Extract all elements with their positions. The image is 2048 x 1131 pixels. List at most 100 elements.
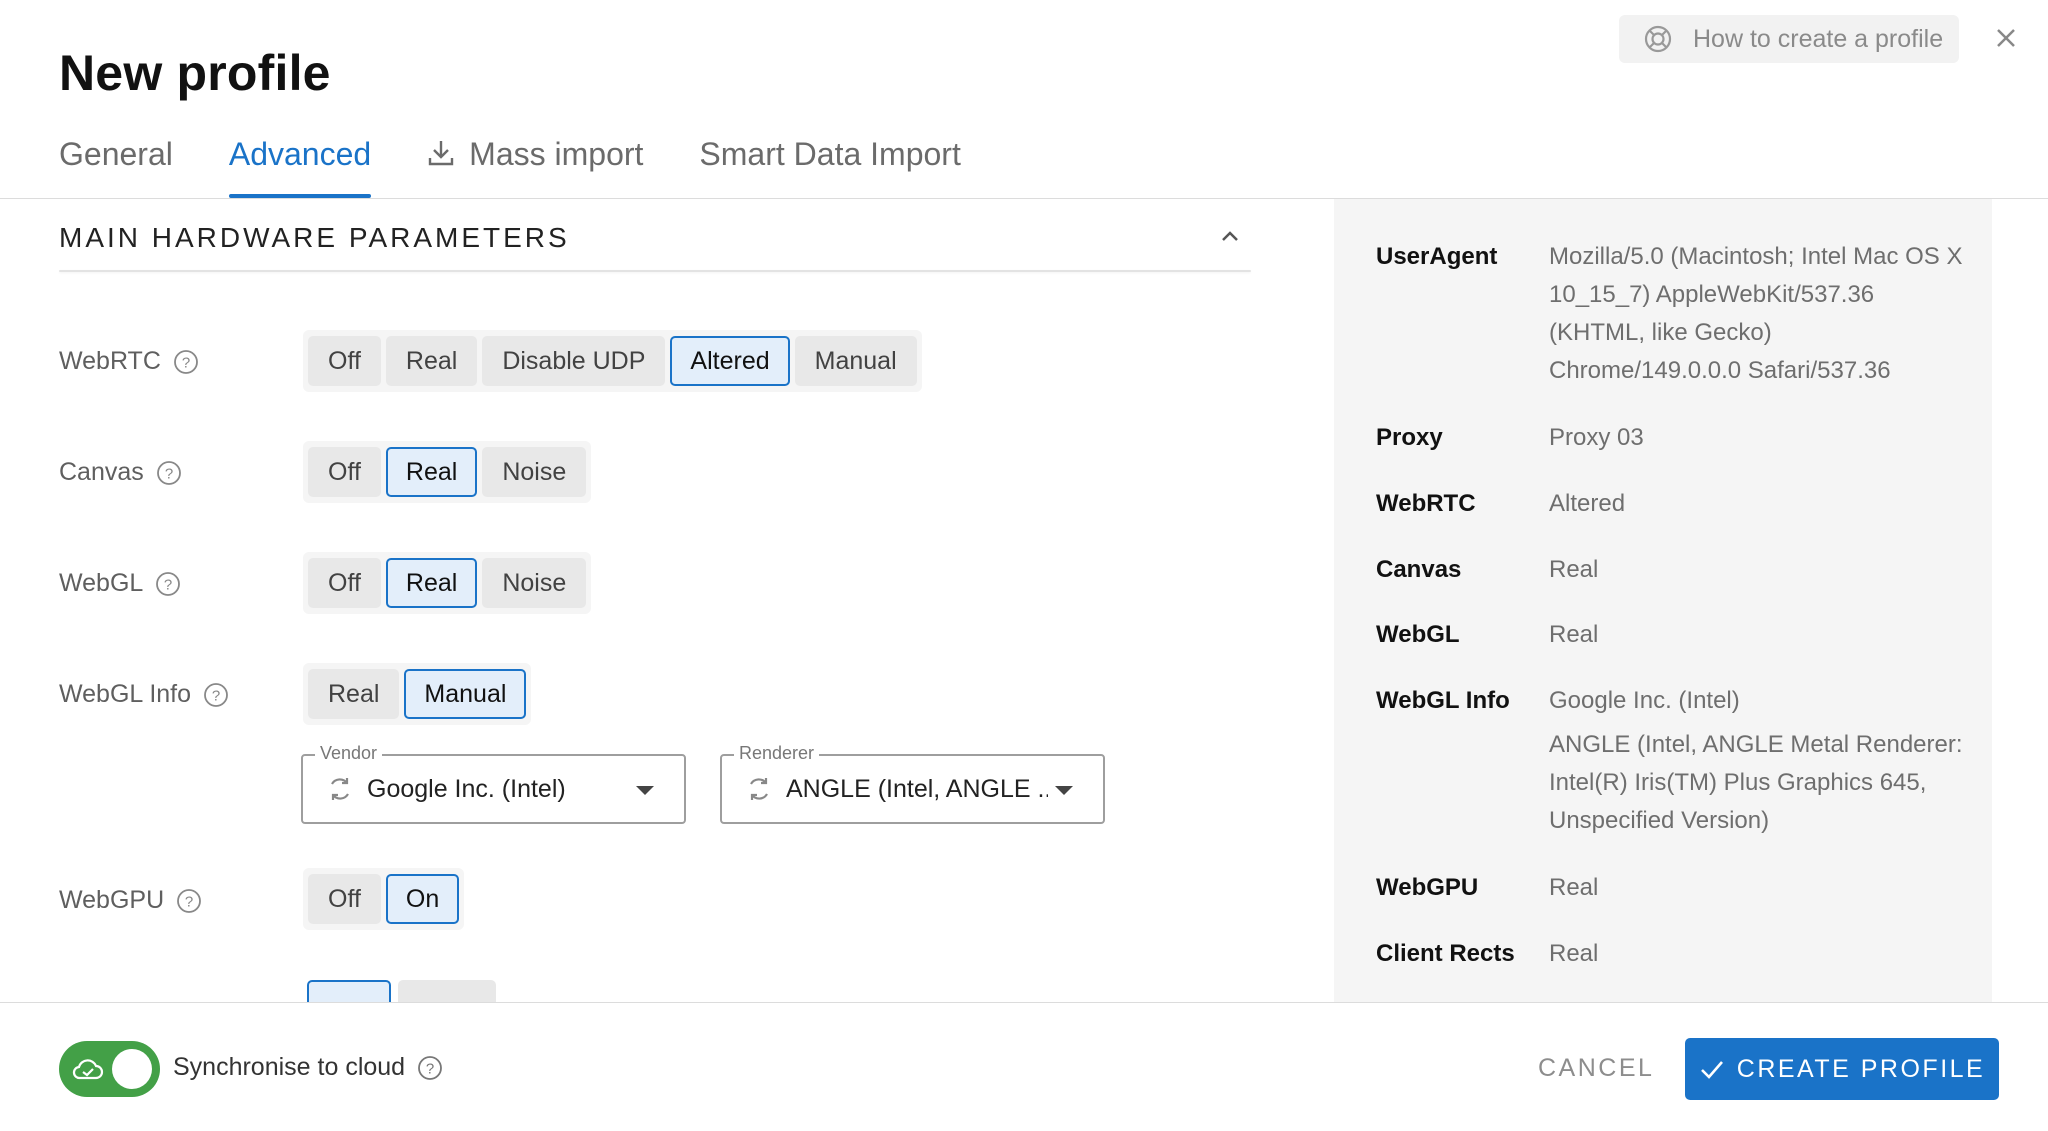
webgl-info-real-button[interactable]: Real	[308, 669, 400, 719]
webgl-info-label: WebGL Info ?	[59, 680, 229, 709]
webrtc-segmented-control: Off Real Disable UDP Altered Manual	[303, 330, 922, 392]
webgl-noise-button[interactable]: Noise	[482, 558, 587, 608]
renderer-value: ANGLE (Intel, ANGLE ...	[786, 774, 1048, 803]
canvas-label: Canvas ?	[59, 458, 182, 487]
summary-value: Real	[1549, 621, 1599, 648]
sync-cloud-toggle[interactable]	[59, 1041, 160, 1097]
tab-bar: General Advanced Mass import Smart Data …	[59, 128, 1017, 198]
canvas-segmented-control: Off Real Noise	[303, 441, 592, 503]
summary-key: WebGL	[1376, 621, 1460, 648]
toggle-knob	[112, 1049, 152, 1089]
footer-divider	[0, 1002, 2048, 1003]
summary-row-webgl: WebGL Real	[1376, 616, 1969, 654]
vendor-value: Google Inc. (Intel)	[367, 774, 566, 803]
create-profile-button[interactable]: CREATE PROFILE	[1685, 1038, 1999, 1100]
page-title: New profile	[59, 45, 331, 101]
question-icon[interactable]: ?	[176, 888, 202, 914]
canvas-real-button[interactable]: Real	[385, 447, 478, 497]
canvas-off-button[interactable]: Off	[308, 447, 381, 497]
tab-label: General	[59, 136, 173, 172]
webrtc-off-button[interactable]: Off	[308, 336, 381, 386]
renderer-legend: Renderer	[734, 743, 820, 764]
question-icon[interactable]: ?	[417, 1055, 443, 1081]
canvas-noise-button[interactable]: Noise	[482, 447, 587, 497]
svg-text:?: ?	[165, 465, 173, 482]
tab-general[interactable]: General	[59, 128, 173, 198]
webrtc-disable-udp-button[interactable]: Disable UDP	[482, 336, 666, 386]
partial-selected-option[interactable]	[307, 980, 391, 1002]
webgl-real-button[interactable]: Real	[385, 558, 478, 608]
sync-label: Synchronise to cloud ?	[173, 1053, 443, 1082]
tab-label: Mass import	[469, 136, 644, 172]
tab-advanced[interactable]: Advanced	[228, 128, 372, 198]
question-icon[interactable]: ?	[203, 682, 229, 708]
webrtc-label: WebRTC ?	[59, 347, 199, 376]
row-label-text: WebGL Info	[59, 680, 192, 708]
create-profile-label: CREATE PROFILE	[1736, 1054, 1986, 1083]
summary-key: UserAgent	[1376, 243, 1498, 270]
webgl-segmented-control: Off Real Noise	[303, 552, 592, 614]
webgl-label: WebGL ?	[59, 569, 181, 598]
close-icon[interactable]	[1990, 22, 2022, 54]
download-icon	[428, 141, 454, 166]
summary-row-webgl-info: WebGL Info Google Inc. (Intel) ANGLE (In…	[1376, 682, 1969, 840]
sync-label-text: Synchronise to cloud	[173, 1053, 406, 1081]
profile-summary-panel: UserAgent Mozilla/5.0 (Macintosh; Intel …	[1334, 199, 1992, 1002]
svg-text:?: ?	[426, 1060, 434, 1077]
row-label-text: WebGPU	[59, 886, 165, 914]
summary-key: WebGL Info	[1376, 687, 1510, 714]
summary-value: Google Inc. (Intel)	[1549, 687, 1740, 714]
summary-row-webgpu: WebGPU Real	[1376, 869, 1969, 907]
vendor-select[interactable]: Vendor Google Inc. (Intel)	[301, 743, 686, 824]
row-label-text: WebRTC	[59, 347, 161, 375]
svg-text:?: ?	[212, 687, 220, 704]
check-icon	[1700, 1061, 1723, 1079]
summary-row-canvas: Canvas Real	[1376, 551, 1969, 589]
cancel-button[interactable]: CANCEL	[1538, 1054, 1654, 1083]
webrtc-manual-button[interactable]: Manual	[794, 336, 917, 386]
summary-key: Proxy	[1376, 424, 1443, 451]
webgl-info-segmented-control: Real Manual	[303, 663, 532, 725]
webgl-off-button[interactable]: Off	[308, 558, 381, 608]
summary-value: Altered	[1549, 490, 1626, 517]
summary-row-useragent: UserAgent Mozilla/5.0 (Macintosh; Intel …	[1376, 238, 1969, 390]
partial-option[interactable]	[398, 980, 496, 1002]
question-icon[interactable]: ?	[156, 460, 182, 486]
tab-mass-import[interactable]: Mass import	[427, 128, 643, 198]
summary-key: WebRTC	[1376, 490, 1476, 517]
summary-row-webrtc: WebRTC Altered	[1376, 485, 1969, 523]
how-to-create-profile-button[interactable]: How to create a profile	[1619, 15, 1959, 63]
row-label-text: Canvas	[59, 458, 144, 486]
dropdown-caret-icon	[1055, 786, 1073, 795]
webgl-info-manual-button[interactable]: Manual	[404, 669, 527, 719]
section-divider	[59, 270, 1251, 272]
webgpu-label: WebGPU ?	[59, 886, 202, 915]
tab-label: Smart Data Import	[699, 136, 961, 172]
chevron-up-icon[interactable]	[1216, 223, 1244, 251]
lifebuoy-icon	[1644, 25, 1672, 53]
webgpu-off-button[interactable]: Off	[308, 874, 381, 924]
row-label-text: WebGL	[59, 569, 144, 597]
summary-row-proxy: Proxy Proxy 03	[1376, 419, 1969, 457]
partial-platform-row	[1376, 199, 1676, 205]
webrtc-real-button[interactable]: Real	[385, 336, 478, 386]
summary-value: Real	[1549, 874, 1599, 901]
dropdown-caret-icon	[636, 786, 654, 795]
question-icon[interactable]: ?	[173, 349, 199, 375]
webrtc-altered-button[interactable]: Altered	[670, 336, 790, 386]
svg-text:?: ?	[182, 354, 190, 371]
tab-smart-data-import[interactable]: Smart Data Import	[699, 128, 960, 198]
renderer-select[interactable]: Renderer ANGLE (Intel, ANGLE ...	[720, 743, 1105, 824]
refresh-icon[interactable]	[325, 774, 355, 804]
summary-key: Client Rects	[1376, 940, 1515, 967]
section-title: MAIN HARDWARE PARAMETERS	[59, 222, 570, 253]
question-icon[interactable]: ?	[155, 571, 181, 597]
cloud-check-icon	[72, 1059, 104, 1080]
partial-segmented-control	[303, 980, 503, 1002]
vendor-legend: Vendor	[315, 743, 383, 764]
refresh-icon[interactable]	[744, 774, 774, 804]
summary-value: Real	[1549, 556, 1599, 583]
summary-key: WebGPU	[1376, 874, 1479, 901]
help-button-label: How to create a profile	[1693, 24, 1944, 53]
webgpu-on-button[interactable]: On	[385, 874, 460, 924]
